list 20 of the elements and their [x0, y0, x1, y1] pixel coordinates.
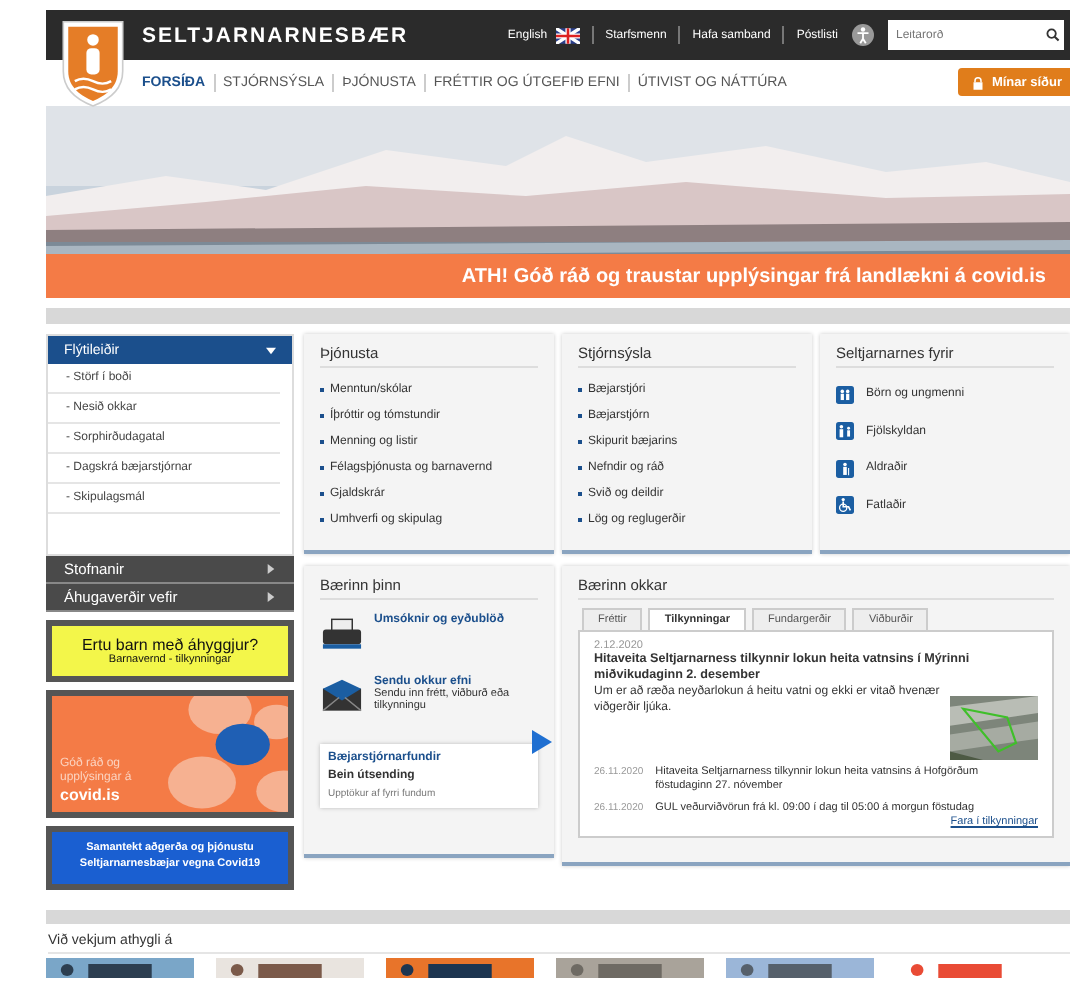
wheelchair-icon[interactable] — [836, 496, 854, 515]
play-icon[interactable] — [532, 730, 552, 754]
lock-icon — [971, 75, 984, 89]
people-icon[interactable] — [836, 422, 854, 441]
caret-icon — [266, 592, 276, 602]
caret-icon — [266, 345, 276, 355]
accessibility-icon[interactable] — [852, 24, 874, 46]
logo-shield-icon[interactable] — [60, 18, 126, 108]
circles-drawing — [168, 696, 288, 812]
search-icon — [1045, 28, 1059, 42]
person-icon[interactable] — [836, 459, 854, 478]
people-icon[interactable] — [836, 385, 854, 404]
promo-link-text: covid.is — [60, 786, 122, 804]
site-name: SELTJARNARNESBÆR — [142, 23, 409, 47]
promo-title: Ertu barn með áhyggjur? — [81, 636, 259, 654]
printer-icon[interactable] — [320, 614, 364, 654]
flag-icon[interactable] — [555, 27, 580, 43]
envelope-icon[interactable] — [320, 676, 364, 716]
search-button[interactable] — [1040, 20, 1064, 50]
caret-icon — [266, 564, 276, 574]
